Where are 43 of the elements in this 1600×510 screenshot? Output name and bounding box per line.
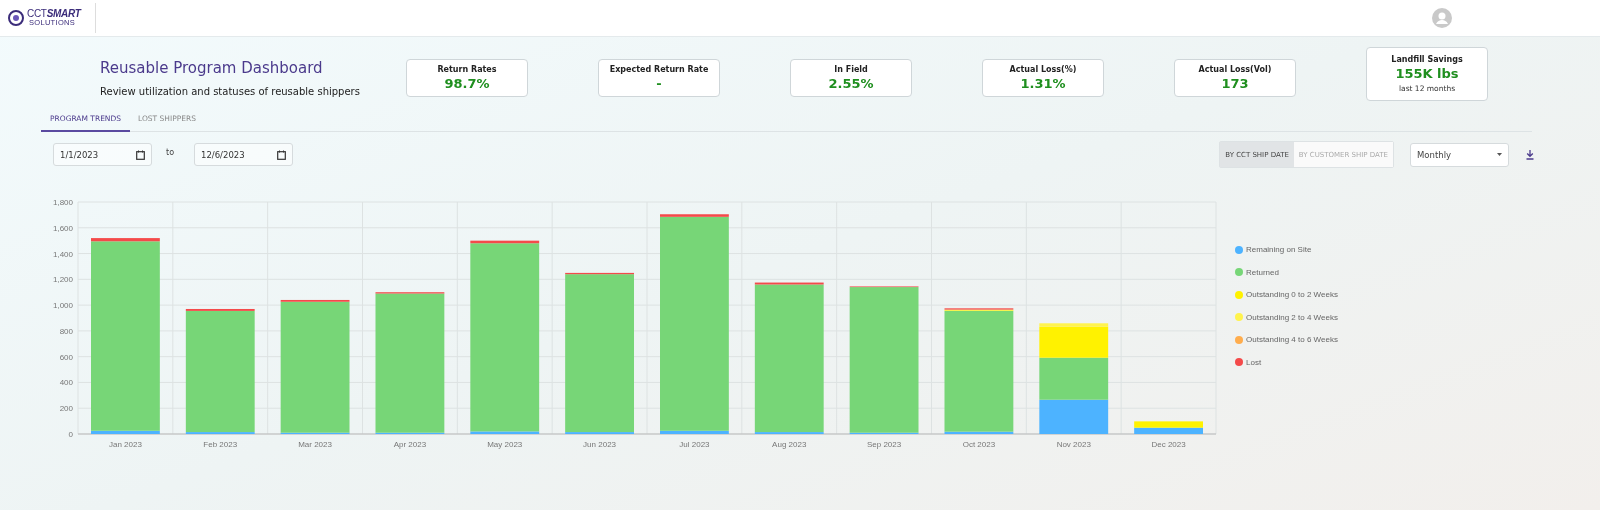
x-axis-label: Apr 2023 <box>393 440 427 449</box>
legend-label: Outstanding 2 to 4 Weeks <box>1246 312 1338 322</box>
y-axis-label: 1,600 <box>52 223 73 233</box>
legend-label: Lost <box>1246 357 1262 367</box>
x-axis-label: Sep 2023 <box>866 440 902 449</box>
y-axis-label: 400 <box>59 378 73 388</box>
y-axis-label: 1,000 <box>52 301 73 311</box>
kpi-value: - <box>656 75 662 91</box>
kpi-value: 2.55% <box>828 75 874 91</box>
x-axis-label: Jul 2023 <box>679 440 710 449</box>
x-axis-label: Dec 2023 <box>1151 440 1186 449</box>
kpi-label: Return Rates <box>437 64 497 74</box>
page-subtitle: Review utilization and statuses of reusable shippers <box>100 85 361 97</box>
x-axis-label: Mar 2023 <box>298 440 332 449</box>
y-axis-label: 800 <box>59 326 73 336</box>
kpi-value: 1.31% <box>1020 75 1066 91</box>
x-axis-label: May 2023 <box>487 440 523 449</box>
kpi-label: Actual Loss(%) <box>1009 64 1077 74</box>
x-axis-label: Jan 2023 <box>108 440 142 449</box>
y-axis-label: 1,200 <box>52 275 73 285</box>
kpi-value: 155K lbs <box>1395 65 1459 81</box>
y-axis-label: 600 <box>59 352 73 362</box>
x-axis-label: Oct 2023 <box>962 440 996 449</box>
x-axis-label: Nov 2023 <box>1056 440 1091 449</box>
y-axis-label: 1,400 <box>52 249 73 259</box>
page-title: Reusable Program Dashboard <box>100 58 324 77</box>
kpi-label: Expected Return Rate <box>609 64 709 74</box>
legend-label: Returned <box>1246 267 1279 277</box>
x-axis-label: Feb 2023 <box>203 440 238 449</box>
y-axis-label: 1,800 <box>52 198 73 207</box>
y-axis-label: 200 <box>59 404 73 414</box>
kpi-label: In Field <box>834 64 868 74</box>
y-axis-label: 0 <box>68 430 73 439</box>
legend-label: Outstanding 4 to 6 Weeks <box>1246 335 1338 344</box>
legend-label: Remaining on Site <box>1246 245 1312 254</box>
kpi-label: Landfill Savings <box>1391 54 1463 64</box>
kpi-label: Actual Loss(Vol) <box>1198 64 1272 74</box>
x-axis-label: Aug 2023 <box>772 440 807 449</box>
kpi-value: 173 <box>1221 75 1249 91</box>
x-axis-label: Jun 2023 <box>583 440 617 449</box>
range-separator: to <box>166 148 175 157</box>
kpi-value: 98.7% <box>444 75 490 91</box>
legend-label: Outstanding 0 to 2 Weeks <box>1246 290 1338 299</box>
